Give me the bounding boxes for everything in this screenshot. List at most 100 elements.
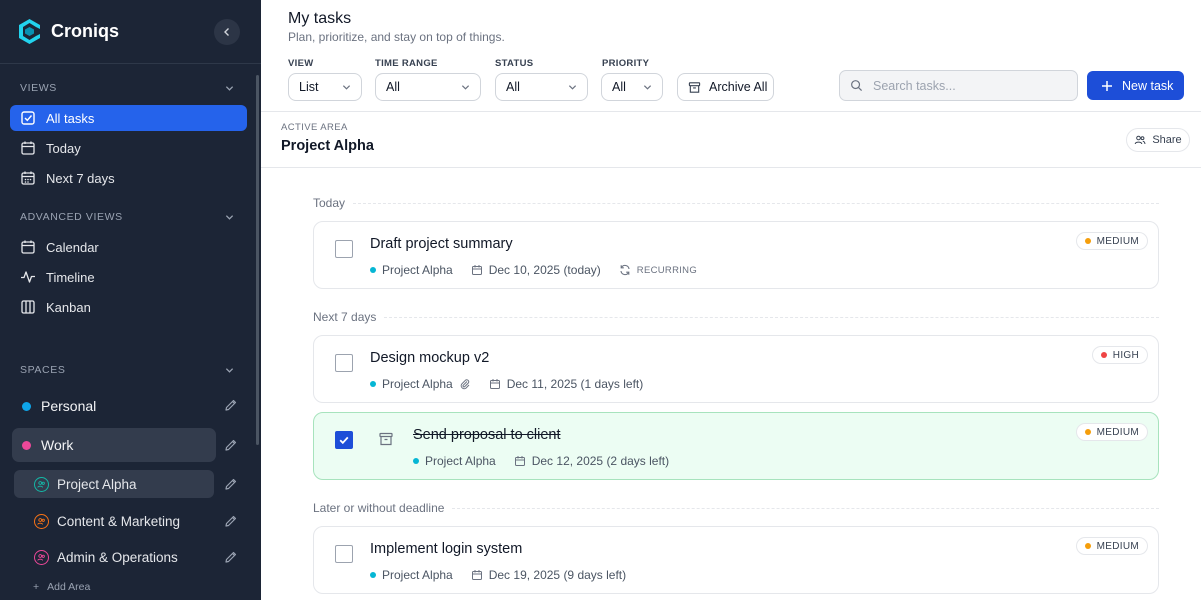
add-area-button[interactable]: + Add Area [33,581,90,593]
sidebar-item-label: All tasks [46,110,95,126]
collapse-sidebar-button[interactable] [214,19,240,45]
group-rule [353,202,1159,204]
task-checkbox[interactable] [335,431,353,449]
space-item-personal[interactable]: Personal [12,389,216,423]
team-icon [34,513,49,529]
space-label: Work [41,437,74,453]
plus-icon [1102,80,1112,91]
share-button[interactable]: Share [1126,128,1190,152]
edit-pencil-icon[interactable] [224,398,238,412]
task-checkbox[interactable] [335,545,353,563]
space-label: Personal [41,398,97,414]
archive-all-button[interactable]: Archive All [677,73,774,101]
area-item-content-marketing[interactable]: Content & Marketing [14,507,214,535]
task-due-date: Dec 12, 2025 (2 days left) [531,454,670,468]
edit-pencil-icon[interactable] [224,438,238,452]
priority-dot [1100,352,1107,358]
spaces-section-header[interactable]: SPACES [20,364,234,376]
task-title: Send proposal to client [413,427,561,443]
check-square-icon [21,111,35,125]
refresh-icon [620,264,630,276]
task-meta: Project Alpha Dec 10, 2025 (today) RECUR… [370,263,697,277]
views-section-header[interactable]: VIEWS [20,82,234,94]
chevron-down-icon [461,84,470,90]
new-task-button[interactable]: New task [1087,71,1184,100]
view-select[interactable]: List [288,73,362,101]
area-label: Project Alpha [57,476,137,492]
sidebar-item-label: Today [46,140,81,156]
chevron-down-icon [568,84,577,90]
archive-icon [688,81,701,93]
time-range-select[interactable]: All [375,73,481,101]
priority-label: HIGH [1112,349,1139,361]
space-color-dot [22,401,31,411]
search-box[interactable] [839,70,1078,101]
task-due-date: Dec 19, 2025 (9 days left) [488,568,627,582]
task-meta: Project Alpha Dec 19, 2025 (9 days left) [370,568,626,582]
space-item-work[interactable]: Work [12,428,216,462]
status-select-value: All [506,80,520,94]
priority-badge: MEDIUM [1075,232,1148,250]
area-item-admin-operations[interactable]: Admin & Operations [14,543,214,571]
task-checkbox[interactable] [335,240,353,258]
views-heading: VIEWS [20,82,57,94]
project-color-dot [370,572,376,578]
chevron-down-icon [643,84,652,90]
chevron-left-icon [224,28,229,36]
calendar-icon [489,379,500,389]
chevron-down-icon [225,367,234,373]
view-filter-label: VIEW [288,58,314,69]
area-label: Content & Marketing [57,513,181,529]
archive-icon[interactable] [378,431,394,447]
task-card[interactable]: Design mockup v2 Project Alpha Dec 11, 2… [313,335,1159,403]
group-heading: Later or without deadline [313,501,445,515]
advanced-views-section-header[interactable]: ADVANCED VIEWS [20,211,234,223]
priority-select[interactable]: All [601,73,663,101]
header-divider [261,111,1201,112]
sidebar-item-next-7-days[interactable]: Next 7 days [10,165,247,191]
area-item-project-alpha[interactable]: Project Alpha [14,470,214,498]
task-meta: Project Alpha Dec 12, 2025 (2 days left) [413,454,669,468]
group-rule [452,507,1159,509]
task-checkbox[interactable] [335,354,353,372]
add-area-label: Add Area [47,581,91,593]
task-card[interactable]: Implement login system Project Alpha Dec… [313,526,1159,594]
sidebar-item-label: Kanban [46,299,91,315]
brand[interactable]: Croniqs [18,18,119,45]
task-project: Project Alpha [382,263,453,277]
priority-badge: MEDIUM [1075,423,1148,441]
active-area-name: Project Alpha [281,138,374,154]
project-color-dot [413,458,419,464]
edit-pencil-icon[interactable] [224,514,238,528]
sidebar-item-today[interactable]: Today [10,135,247,161]
app-name: Croniqs [51,21,120,41]
priority-badge: HIGH [1091,346,1148,364]
calendar-icon [514,456,525,466]
task-card[interactable]: Draft project summary Project Alpha Dec … [313,221,1159,289]
sidebar-item-timeline[interactable]: Timeline [10,264,247,290]
group-header-later: Later or without deadline [313,501,1159,515]
calendar-icon [471,265,482,275]
time-range-select-value: All [386,80,400,94]
group-header-today: Today [313,196,1159,210]
page-subtitle: Plan, prioritize, and stay on top of thi… [288,30,505,44]
group-header-next-7-days: Next 7 days [313,310,1159,324]
status-select[interactable]: All [495,73,588,101]
calendar-icon [21,240,35,254]
calendar-icon [21,141,35,155]
chevron-down-icon [225,214,234,220]
team-icon [34,549,49,565]
activity-icon [21,271,35,283]
sidebar-item-calendar[interactable]: Calendar [10,234,247,260]
edit-pencil-icon[interactable] [224,550,238,564]
sidebar-item-all-tasks[interactable]: All tasks [10,105,247,131]
users-icon [1135,135,1146,145]
task-card-completed[interactable]: Send proposal to client Project Alpha De… [313,412,1159,480]
sidebar-scrollbar[interactable] [256,75,259,445]
sidebar-item-kanban[interactable]: Kanban [10,294,247,320]
search-input[interactable] [873,78,1063,93]
edit-pencil-icon[interactable] [224,477,238,491]
chevron-down-icon [342,84,351,90]
recurring-label: RECURRING [636,264,698,276]
space-color-dot [22,440,31,450]
